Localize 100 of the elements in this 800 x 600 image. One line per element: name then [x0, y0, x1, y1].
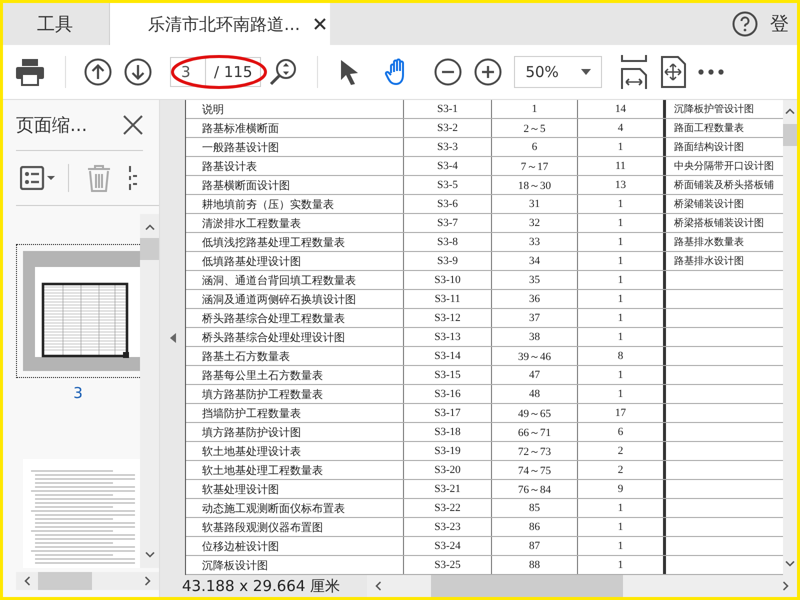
table-cell: 填方路基防护设计图 — [186, 423, 404, 441]
table-cell: 72～73 — [492, 442, 578, 460]
table-cell: 18～30 — [492, 176, 578, 194]
table-cell: S3-23 — [404, 518, 492, 536]
table-cell-text: 桥梁搭板铺装设计图 — [673, 216, 765, 231]
table-cell: S3-6 — [404, 195, 492, 213]
table-cell: 桥头路基综合处理工程数量表 — [186, 309, 404, 327]
table-cell: 17 — [578, 404, 666, 422]
table-cell: 9 — [578, 480, 666, 498]
table-cell: 路基设计表 — [186, 157, 404, 175]
table-cell: 1 — [578, 309, 666, 327]
table-cell: 涵洞、通道台背回填工程数量表 — [186, 271, 404, 289]
table-cell: 36 — [492, 290, 578, 308]
table-cell: S3-11 — [404, 290, 492, 308]
table-cell: 32 — [492, 214, 578, 232]
table-cell: S3-8 — [404, 233, 492, 251]
table-cell: S3-9 — [404, 252, 492, 270]
table-cell: 软基路段观测仪器布置图 — [186, 518, 404, 536]
table-cell: 路基横断面设计图 — [186, 176, 404, 194]
table-cell: 86 — [492, 518, 578, 536]
table-cell: 8 — [578, 347, 666, 365]
table-cell: 清淤排水工程数量表 — [186, 214, 404, 232]
table-cell: 47 — [492, 366, 578, 384]
table-cell: 路基土石方数量表 — [186, 347, 404, 365]
table-cell: 1 — [578, 290, 666, 308]
zoom-dropdown[interactable]: 50% — [514, 56, 602, 88]
table-cell: 37 — [492, 309, 578, 327]
table-cell: 位移边桩设计图 — [186, 537, 404, 555]
table-cell: S3-20 — [404, 461, 492, 479]
table-cell: 1 — [492, 100, 578, 118]
table-cell-text: 路基排水设计图 — [673, 254, 745, 269]
table-cell: 31 — [492, 195, 578, 213]
table-cell-text: 桥梁铺装设计图 — [673, 198, 745, 212]
table-cell: 1 — [578, 233, 666, 251]
page-size: 43.188 x 29.664 厘米 — [181, 576, 342, 597]
table-cell: 低填浅挖路基处理工程数量表 — [186, 233, 404, 251]
table-cell-text: 路基排水数量表 — [673, 236, 745, 250]
table-cell: S3-24 — [404, 537, 492, 555]
table-cell: S3-1 — [404, 100, 492, 118]
table-cell: 挡墙防护工程数量表 — [186, 404, 404, 422]
table-cell: 6 — [578, 423, 666, 441]
table-cell: 1 — [578, 518, 666, 536]
table-cell: 49～65 — [492, 404, 578, 422]
table-cell: S3-14 — [404, 347, 492, 365]
table-cell: 87 — [492, 537, 578, 555]
table-cell: 涵洞及通道两侧碎石换填设计图 — [186, 290, 404, 308]
table-cell: 说明 — [186, 100, 404, 118]
table-cell: 低填路基处理设计图 — [186, 252, 404, 270]
table-cell: S3-18 — [404, 423, 492, 441]
table-cell: S3-2 — [404, 119, 492, 137]
sign-in-link[interactable]: 登 — [770, 11, 789, 37]
table-cell: 1 — [578, 328, 666, 346]
table-cell: 1 — [578, 271, 666, 289]
table-cell: 耕地填前夯（压）实数量表 — [186, 195, 404, 213]
table-cell: S3-22 — [404, 499, 492, 517]
table-cell: S3-5 — [404, 176, 492, 194]
table-cell: S3-7 — [404, 214, 492, 232]
table-cell: 沉降板设计图 — [186, 556, 404, 574]
table-cell: S3-3 — [404, 138, 492, 156]
table-cell: 34 — [492, 252, 578, 270]
table-cell-text: 路面工程数量表 — [673, 122, 745, 136]
table-cell: 1 — [578, 138, 666, 156]
table-cell: 1 — [578, 385, 666, 403]
table-cell: 39～46 — [492, 347, 578, 365]
table-cell: S3-12 — [404, 309, 492, 327]
table-cell: 4 — [578, 119, 666, 137]
table-cell: 66～71 — [492, 423, 578, 441]
table-cell: 48 — [492, 385, 578, 403]
table-cell: 2 — [578, 461, 666, 479]
table-cell: 11 — [578, 157, 666, 175]
table-cell: 1 — [578, 252, 666, 270]
table-cell: 软土地基处理设计表 — [186, 442, 404, 460]
table-cell: 填方路基防护工程数量表 — [186, 385, 404, 403]
table-cell-text: 中央分隔带开口设计图 — [673, 160, 775, 174]
table-cell: S3-21 — [404, 480, 492, 498]
table-cell: S3-4 — [404, 157, 492, 175]
table-cell: S3-16 — [404, 385, 492, 403]
table-cell: 74～75 — [492, 461, 578, 479]
table-cell: S3-13 — [404, 328, 492, 346]
table-cell: S3-10 — [404, 271, 492, 289]
table-cell: 路基标准横断面 — [186, 119, 404, 137]
table-cell-text: 桥面铺装及桥头搭板铺 — [673, 178, 775, 193]
table-cell: S3-15 — [404, 366, 492, 384]
table-cell: 桥头路基综合处理处理设计图 — [186, 328, 404, 346]
table-cell: 软土地基处理工程数量表 — [186, 461, 404, 479]
table-cell: 1 — [578, 499, 666, 517]
table-cell: 7～17 — [492, 157, 578, 175]
tab[interactable]: 乐清市北环南路道... — [110, 3, 330, 45]
table-cell: 13 — [578, 176, 666, 194]
table-cell: 动态施工观测断面仪标布置表 — [186, 499, 404, 517]
table-cell: 一般路基设计图 — [186, 138, 404, 156]
table-cell: 85 — [492, 499, 578, 517]
table-cell: 1 — [578, 366, 666, 384]
table-cell-text: 沉降板护管设计图 — [673, 102, 755, 117]
table-cell: 1 — [578, 537, 666, 555]
table-cell: S3-17 — [404, 404, 492, 422]
table-cell: S3-19 — [404, 442, 492, 460]
table-cell-text: 路面结构设计图 — [673, 140, 745, 155]
page-label: 3 — [72, 384, 84, 402]
table-cell: 14 — [578, 100, 666, 118]
